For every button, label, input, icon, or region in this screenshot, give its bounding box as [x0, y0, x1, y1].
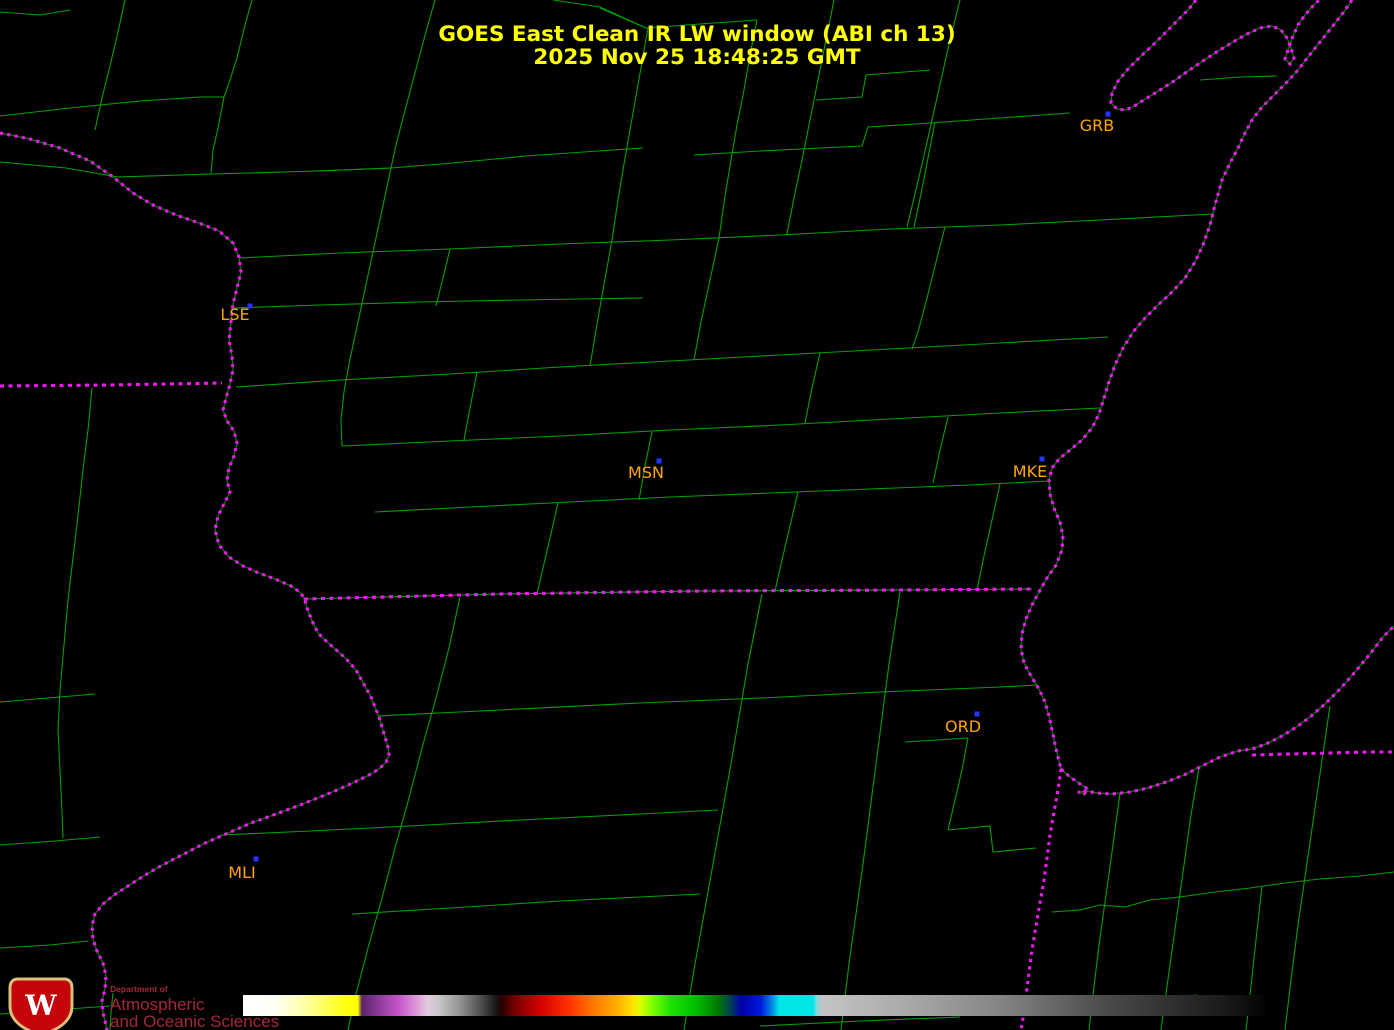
crest-letter: W: [24, 989, 57, 1022]
station-GRB: GRB: [1080, 112, 1115, 136]
uw-crest-icon: W: [10, 979, 72, 1030]
station-label-LSE: LSE: [220, 305, 249, 324]
station-label-MKE: MKE: [1013, 462, 1047, 481]
station-dot-MKE: [1040, 457, 1045, 462]
station-label-MLI: MLI: [228, 863, 255, 882]
goes-satellite-image: LSE GRB MSN MKE ORD MLI GOES East Clean IR LW…: [0, 0, 1394, 1030]
station-label-MSN: MSN: [628, 463, 664, 482]
image-title: GOES East Clean IR LW window (ABI ch 13): [438, 22, 955, 47]
station-MSN: MSN: [628, 459, 664, 483]
logo-line2-text: and Oceanic Sciences: [110, 1012, 279, 1030]
satellite-map-canvas: LSE GRB MSN MKE ORD MLI GOES East Clean IR LW…: [0, 0, 1394, 1030]
station-label-ORD: ORD: [945, 717, 981, 736]
temperature-colorbar: [243, 995, 1268, 1016]
station-dot-ORD: [975, 712, 980, 717]
station-label-GRB: GRB: [1080, 116, 1115, 135]
station-dot-MLI: [254, 857, 259, 862]
logo-dept-text: Department of: [110, 984, 168, 994]
image-timestamp: 2025 Nov 25 18:48:25 GMT: [533, 45, 860, 70]
station-LSE: LSE: [220, 304, 252, 325]
